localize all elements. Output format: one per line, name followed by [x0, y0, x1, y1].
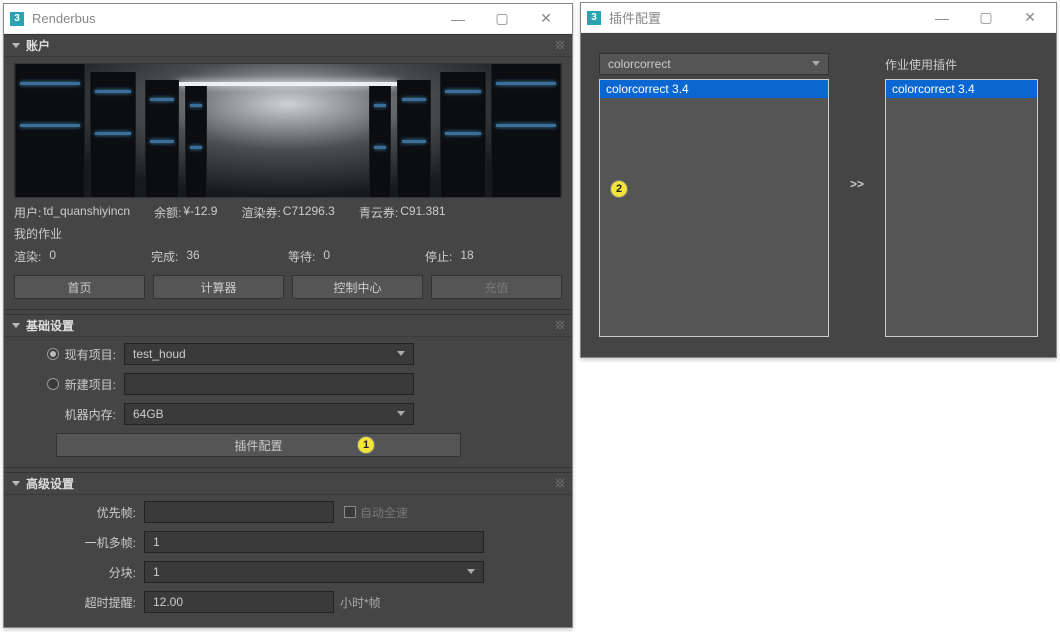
- maximize-button[interactable]: ▢: [964, 4, 1008, 32]
- transfer-column: >>: [847, 53, 867, 337]
- plugin-window-title: 插件配置: [609, 8, 920, 27]
- window-title: Renderbus: [32, 11, 436, 26]
- existing-project-select[interactable]: test_houd: [124, 343, 414, 365]
- callout-badge-1: 1: [357, 436, 375, 454]
- ram-label: 机器内存:: [14, 406, 124, 423]
- radio-new-project[interactable]: [47, 378, 59, 390]
- used-plugins-label: 作业使用插件: [885, 53, 1038, 75]
- home-button[interactable]: 首页: [14, 275, 145, 299]
- plugin-config-label: 插件配置: [234, 437, 282, 454]
- plugin-right-column: 作业使用插件 colorcorrect 3.4: [885, 53, 1038, 337]
- section-basic: 基础设置 现有项目: test_houd: [4, 314, 572, 468]
- section-header-basic[interactable]: 基础设置: [4, 315, 572, 337]
- priority-label: 优先帧:: [14, 504, 144, 521]
- titlebar-plugin[interactable]: 3 插件配置 — ▢ ✕: [581, 3, 1056, 33]
- close-button[interactable]: ✕: [524, 5, 568, 33]
- new-project-input[interactable]: [124, 373, 414, 395]
- titlebar-main[interactable]: 3 Renderbus — ▢ ✕: [4, 4, 572, 34]
- cloud-credit-info: 青云券:C91.381: [359, 204, 446, 221]
- section-advanced: 高级设置 优先帧: 自动全速 一机多帧: 1: [4, 472, 572, 627]
- timeout-input[interactable]: 12.00: [144, 591, 334, 613]
- stat-waiting: 等待:0: [288, 248, 425, 265]
- render-credit-info: 渲染券:C71296.3: [241, 204, 334, 221]
- chunk-label: 分块:: [14, 564, 144, 581]
- callout-badge-2: 2: [610, 180, 628, 198]
- app-icon: 3: [10, 12, 24, 26]
- chevron-down-icon: [397, 411, 405, 416]
- control-center-button[interactable]: 控制中心: [292, 275, 423, 299]
- calculator-button[interactable]: 计算器: [153, 275, 284, 299]
- stat-stopped: 停止:18: [425, 248, 562, 265]
- app-icon: 3: [587, 11, 601, 25]
- plugin-category-value: colorcorrect: [608, 57, 671, 71]
- section-account: 账户 用户:td_quanshiyincn 余额:¥-12.9 渲染券:C712…: [4, 34, 572, 310]
- chunk-select[interactable]: 1: [144, 561, 484, 583]
- main-body: 账户 用户:td_quanshiyincn 余额:¥-12.9 渲染券:C712…: [4, 34, 572, 627]
- multi-frame-input[interactable]: 1: [144, 531, 484, 553]
- section-title-basic: 基础设置: [26, 317, 74, 334]
- account-body: 用户:td_quanshiyincn 余额:¥-12.9 渲染券:C71296.…: [4, 57, 572, 309]
- minimize-button[interactable]: —: [436, 5, 480, 33]
- minimize-button[interactable]: —: [920, 4, 964, 32]
- section-title-advanced: 高级设置: [26, 475, 74, 492]
- recharge-button[interactable]: 充值: [431, 275, 562, 299]
- grip-icon[interactable]: [556, 321, 564, 329]
- existing-project-value: test_houd: [133, 347, 186, 361]
- plugin-config-button[interactable]: 插件配置 1: [56, 433, 461, 457]
- plugin-body: colorcorrect colorcorrect 3.4 2 >> 作业使用插…: [581, 33, 1056, 357]
- stat-render: 渲染:0: [14, 248, 151, 265]
- user-info: 用户:td_quanshiyincn: [14, 204, 130, 221]
- plugin-left-column: colorcorrect colorcorrect 3.4 2: [599, 53, 829, 337]
- auto-full-checkbox[interactable]: [344, 506, 356, 518]
- stats-row: 渲染:0 完成:36 等待:0 停止:18: [14, 248, 562, 265]
- close-button[interactable]: ✕: [1008, 4, 1052, 32]
- auto-full-label: 自动全速: [360, 504, 408, 521]
- radio-existing-project[interactable]: [47, 348, 59, 360]
- multi-frame-label: 一机多帧:: [14, 534, 144, 551]
- grip-icon[interactable]: [556, 41, 564, 49]
- grip-icon[interactable]: [556, 479, 564, 487]
- priority-input[interactable]: [144, 501, 334, 523]
- balance-info: 余额:¥-12.9: [154, 204, 217, 221]
- list-item[interactable]: colorcorrect 3.4: [600, 80, 828, 98]
- ram-value: 64GB: [133, 407, 164, 421]
- ram-select[interactable]: 64GB: [124, 403, 414, 425]
- plugin-window: 3 插件配置 — ▢ ✕ colorcorrect colorcorrect 3…: [580, 2, 1057, 358]
- timeout-label: 超时提醒:: [14, 594, 144, 611]
- list-item[interactable]: colorcorrect 3.4: [886, 80, 1037, 98]
- timeout-unit: 小时*帧: [340, 594, 381, 611]
- main-window: 3 Renderbus — ▢ ✕ 账户 用户:td_quanshiyincn …: [3, 3, 573, 628]
- maximize-button[interactable]: ▢: [480, 5, 524, 33]
- transfer-right-button[interactable]: >>: [850, 173, 864, 195]
- existing-project-label: 现有项目:: [65, 346, 116, 363]
- new-project-label: 新建项目:: [65, 376, 116, 393]
- section-header-advanced[interactable]: 高级设置: [4, 473, 572, 495]
- hero-image: [14, 63, 562, 198]
- chevron-down-icon: [467, 569, 475, 574]
- chevron-down-icon: [812, 61, 820, 66]
- plugin-category-select[interactable]: colorcorrect: [599, 53, 829, 75]
- section-title-account: 账户: [26, 37, 50, 54]
- used-plugins-list[interactable]: colorcorrect 3.4: [885, 79, 1038, 337]
- stat-complete: 完成:36: [151, 248, 288, 265]
- available-plugins-list[interactable]: colorcorrect 3.4 2: [599, 79, 829, 337]
- chunk-value: 1: [153, 565, 160, 579]
- section-header-account[interactable]: 账户: [4, 35, 572, 57]
- chevron-down-icon: [397, 351, 405, 356]
- my-jobs-label: 我的作业: [14, 225, 562, 242]
